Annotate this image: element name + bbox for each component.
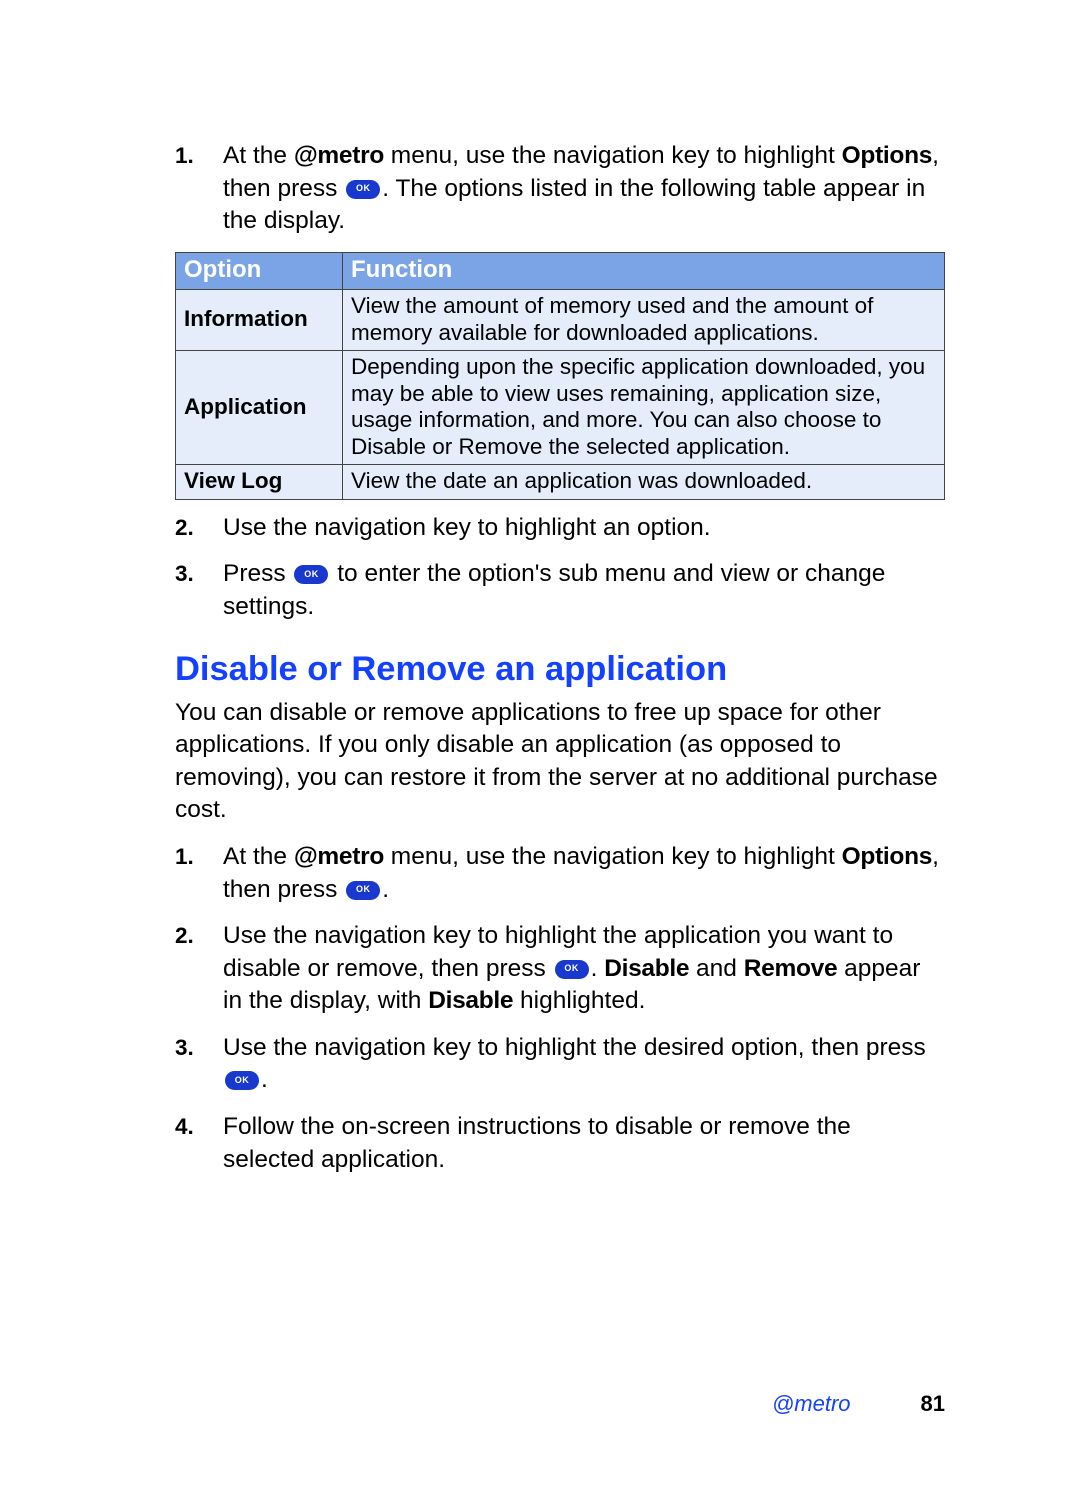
- option-cell: Application: [176, 351, 343, 465]
- step-text: At the: [223, 142, 294, 169]
- step-text: menu, use the navigation key to highligh…: [384, 843, 842, 870]
- step-number: 4.: [175, 1112, 194, 1142]
- table-header-row: Option Function: [176, 252, 945, 289]
- option-cell: Information: [176, 290, 343, 351]
- table-row: Information View the amount of memory us…: [176, 290, 945, 351]
- table-row: Application Depending upon the specific …: [176, 351, 945, 465]
- disable-label: Disable: [604, 955, 689, 982]
- step-text: Press: [223, 560, 292, 587]
- step-number: 3.: [175, 559, 194, 589]
- step-number: 3.: [175, 1033, 194, 1063]
- col-option: Option: [176, 252, 343, 289]
- step-text: .: [591, 955, 605, 982]
- options-table: Option Function Information View the amo…: [175, 252, 945, 500]
- step-text: Use the navigation key to highlight the …: [223, 1034, 926, 1061]
- ok-key-icon: [346, 881, 380, 900]
- page-footer: @metro 81: [772, 1391, 945, 1417]
- step-b2: 2. Use the navigation key to highlight t…: [175, 920, 945, 1018]
- step-b4: 4. Follow the on-screen instructions to …: [175, 1111, 945, 1176]
- footer-page-number: 81: [921, 1391, 945, 1416]
- function-cell: Depending upon the specific application …: [343, 351, 945, 465]
- step-a2: 2. Use the navigation key to highlight a…: [175, 512, 945, 545]
- step-text: highlighted.: [513, 987, 645, 1014]
- manual-page: 1. At the @metro menu, use the navigatio…: [0, 0, 1080, 1492]
- options-label: Options: [842, 142, 932, 169]
- step-text: Follow the on-screen instructions to dis…: [223, 1113, 851, 1173]
- section-heading: Disable or Remove an application: [175, 650, 945, 689]
- remove-label: Remove: [744, 955, 838, 982]
- step-a1: 1. At the @metro menu, use the navigatio…: [175, 140, 945, 238]
- section-intro: You can disable or remove applications t…: [175, 697, 945, 827]
- function-cell: View the amount of memory used and the a…: [343, 290, 945, 351]
- table-row: View Log View the date an application wa…: [176, 465, 945, 500]
- step-number: 2.: [175, 513, 194, 543]
- step-a3: 3. Press to enter the option's sub menu …: [175, 558, 945, 623]
- step-b1: 1. At the @metro menu, use the navigatio…: [175, 841, 945, 906]
- step-text: At the: [223, 843, 294, 870]
- brand-name: @metro: [294, 843, 384, 870]
- steps-list-a-cont: 2. Use the navigation key to highlight a…: [175, 512, 945, 624]
- ok-key-icon: [555, 960, 589, 979]
- step-text: and: [689, 955, 744, 982]
- ok-key-icon: [346, 180, 380, 199]
- ok-key-icon: [225, 1071, 259, 1090]
- disable-label: Disable: [428, 987, 513, 1014]
- step-text: menu, use the navigation key to highligh…: [384, 142, 842, 169]
- options-label: Options: [842, 843, 932, 870]
- option-cell: View Log: [176, 465, 343, 500]
- col-function: Function: [343, 252, 945, 289]
- function-cell: View the date an application was downloa…: [343, 465, 945, 500]
- step-text: Use the navigation key to highlight an o…: [223, 514, 711, 541]
- step-text: .: [261, 1066, 268, 1093]
- footer-section: @metro: [772, 1391, 851, 1416]
- step-text: .: [382, 876, 389, 903]
- step-number: 1.: [175, 842, 194, 872]
- step-number: 2.: [175, 921, 194, 951]
- ok-key-icon: [294, 565, 328, 584]
- step-b3: 3. Use the navigation key to highlight t…: [175, 1032, 945, 1097]
- steps-list-a: 1. At the @metro menu, use the navigatio…: [175, 140, 945, 238]
- step-number: 1.: [175, 141, 194, 171]
- steps-list-b: 1. At the @metro menu, use the navigatio…: [175, 841, 945, 1176]
- brand-name: @metro: [294, 142, 384, 169]
